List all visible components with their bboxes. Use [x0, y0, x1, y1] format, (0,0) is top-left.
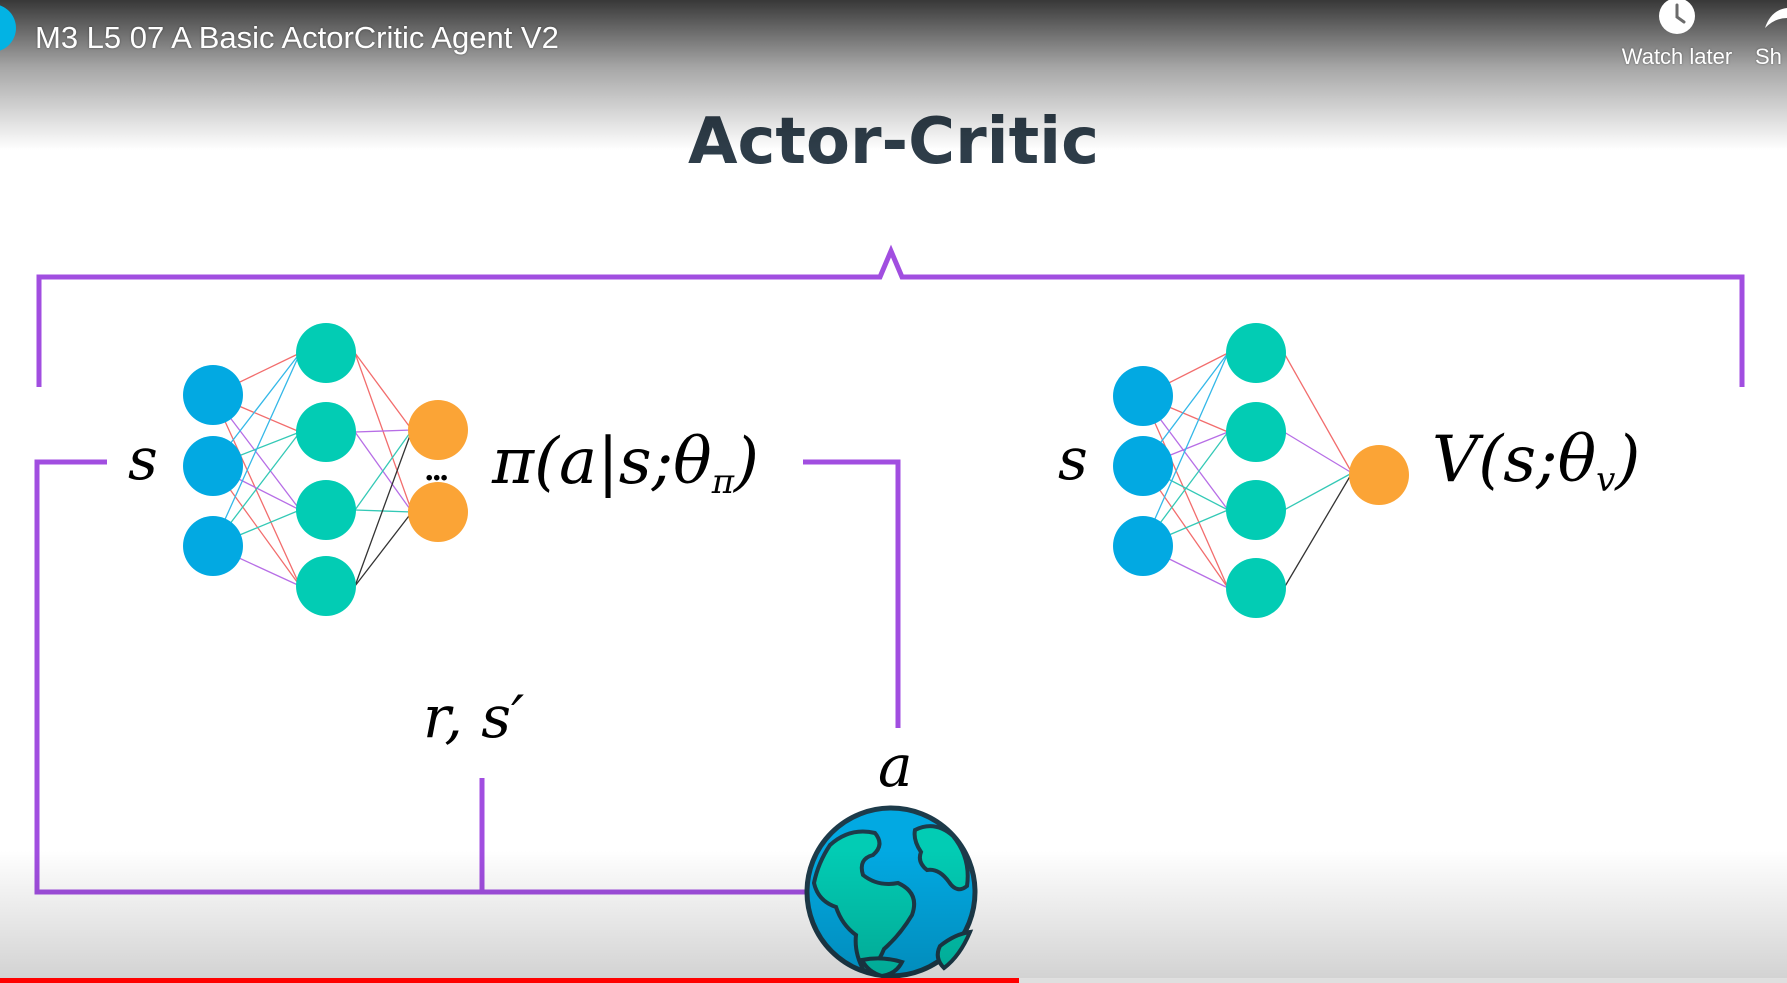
- video-title[interactable]: M3 L5 07 A Basic ActorCritic Agent V2: [35, 20, 559, 56]
- actor-hidden-node: [296, 402, 356, 462]
- actor-output-node: [408, 482, 468, 542]
- policy-label-main: π(a|s;θ: [492, 425, 712, 499]
- critic-input-node: [1113, 436, 1173, 496]
- actor-hidden-node: [296, 480, 356, 540]
- actor-network-edges: [212, 352, 413, 587]
- actor-input-node: [183, 516, 243, 576]
- critic-output-node: [1349, 445, 1409, 505]
- critic-hidden-node: [1226, 480, 1286, 540]
- progress-bar-played: [0, 978, 1019, 983]
- value-label: V(s;θv): [1432, 428, 1640, 497]
- actor-input-node: [183, 436, 243, 496]
- critic-hidden-node: [1226, 558, 1286, 618]
- critic-input-layer: [1113, 366, 1173, 576]
- globe-icon: [804, 805, 978, 979]
- watch-later-button[interactable]: Watch later: [1612, 0, 1742, 70]
- critic-network-edges: [1142, 352, 1353, 589]
- critic-input-label: s: [1058, 425, 1088, 493]
- watch-later-label: Watch later: [1621, 44, 1733, 69]
- policy-label-subscript: π: [711, 462, 735, 502]
- video-frame[interactable]: Actor-Critic s ... π(a|s;θπ) s V(s;θv) r…: [0, 0, 1787, 983]
- clock-icon: [1659, 0, 1695, 34]
- actor-hidden-node: [296, 323, 356, 383]
- actor-hidden-node: [296, 556, 356, 616]
- critic-input-node: [1113, 366, 1173, 426]
- value-label-subscript: v: [1596, 460, 1616, 500]
- progress-bar[interactable]: [0, 978, 1787, 983]
- actor-ellipsis: ...: [424, 453, 449, 488]
- actor-hidden-layer: [296, 323, 356, 616]
- action-line: [803, 459, 901, 728]
- critic-hidden-node: [1226, 323, 1286, 383]
- actor-output-node: [408, 400, 468, 460]
- critic-hidden-node: [1226, 402, 1286, 462]
- reward-state-label: r, s′: [423, 683, 525, 751]
- share-button[interactable]: Sh: [1755, 0, 1787, 70]
- critic-input-node: [1113, 516, 1173, 576]
- actor-input-label: s: [128, 425, 158, 493]
- actor-input-node: [183, 365, 243, 425]
- value-label-main: V(s;θ: [1432, 423, 1597, 497]
- slide-title: Actor-Critic: [687, 105, 1100, 179]
- actor-input-layer: [183, 365, 243, 576]
- value-label-close: ): [1615, 423, 1641, 497]
- policy-label-close: ): [734, 425, 760, 499]
- share-label: Sh: [1755, 44, 1782, 69]
- critic-hidden-layer: [1226, 323, 1286, 618]
- action-label: a: [878, 732, 913, 800]
- share-icon: [1765, 0, 1787, 28]
- policy-label: π(a|s;θπ): [492, 430, 759, 499]
